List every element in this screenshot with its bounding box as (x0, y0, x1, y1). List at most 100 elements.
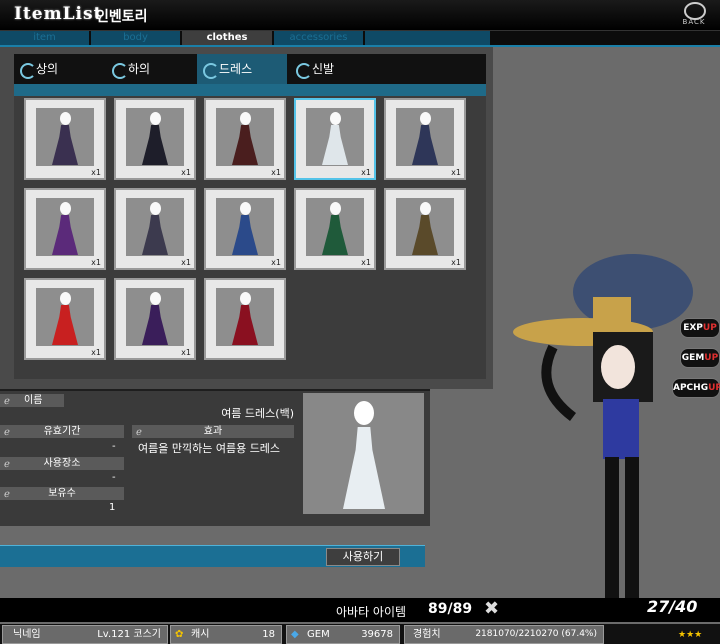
cash-value: 18 (262, 629, 275, 640)
item-thumbnail (306, 198, 364, 256)
item-quantity: x1 (181, 168, 191, 177)
item-name: 여름 드레스(백) (221, 407, 294, 420)
owned-label-box: ℯ 보유수 (0, 487, 124, 500)
swirl-icon: ℯ (4, 459, 10, 470)
swirl-icon: ℯ (4, 427, 10, 438)
mannequin-head (330, 202, 341, 215)
mannequin-head (240, 202, 251, 215)
item-thumbnail (216, 198, 274, 256)
exp-box: 경험치 2181070/2210270 (67.4%) (404, 625, 604, 644)
dress-shape (232, 215, 258, 255)
effect-label-box: ℯ 효과 (132, 425, 294, 438)
dress-shape (412, 215, 438, 255)
category-label: 하의 (128, 62, 151, 76)
item-slot[interactable]: x1 (24, 98, 106, 180)
tab-item[interactable]: item (0, 31, 89, 45)
expiry-label: 유효기간 (43, 426, 81, 437)
category-bottom[interactable]: 하의 (106, 54, 196, 84)
name-label-box: ℯ 이름 (0, 394, 64, 407)
use-place-label-box: ℯ 사용장소 (0, 457, 124, 470)
name-label: 이름 (24, 395, 43, 406)
swirl-icon: ℯ (4, 489, 10, 500)
dress-shape (52, 215, 78, 255)
swirl-icon (20, 63, 36, 79)
mannequin-head (420, 112, 431, 125)
swirl-icon (112, 63, 128, 79)
item-thumbnail (216, 288, 274, 346)
tab-accessories[interactable]: accessories (274, 31, 363, 45)
item-thumbnail (396, 108, 454, 166)
owned-label: 보유수 (48, 488, 76, 499)
category-shoes[interactable]: 신발 (290, 54, 380, 84)
exp-label: 경험치 (413, 629, 441, 640)
item-slot[interactable]: x1 (294, 98, 376, 180)
swirl-icon: ℯ (136, 427, 142, 438)
item-quantity: x1 (271, 168, 281, 177)
gem-up-button[interactable]: GEMUP (680, 348, 720, 368)
dress-shape (322, 215, 348, 255)
rank-stars-icon: ★★★ (678, 630, 703, 640)
item-quantity: x1 (181, 348, 191, 357)
tab-clothes[interactable]: clothes (182, 31, 272, 45)
item-slot[interactable]: x1 (384, 98, 466, 180)
cash-label: 캐시 (191, 629, 210, 640)
expiry-value: - (112, 441, 116, 452)
swirl-icon (296, 63, 312, 79)
item-thumbnail (216, 108, 274, 166)
nickname-label: 닉네임 (13, 629, 41, 640)
item-slot[interactable]: x1 (114, 278, 196, 360)
item-slot[interactable]: x1 (204, 98, 286, 180)
back-button[interactable]: BACK (676, 2, 712, 28)
level-name: Lv.121 코스기 (97, 629, 161, 640)
gem-label: GEM (307, 629, 330, 640)
dress-shape (412, 125, 438, 165)
item-thumbnail (306, 108, 364, 166)
dress-shape (52, 125, 78, 165)
use-place-label: 사용장소 (43, 458, 81, 469)
item-slot[interactable] (204, 278, 286, 360)
mannequin-head (60, 112, 71, 125)
tab-bar: item body clothes accessories (0, 31, 720, 46)
close-icon[interactable]: ✖ (484, 598, 499, 619)
dress-shape (52, 305, 78, 345)
swirl-icon: ℯ (4, 396, 10, 407)
item-slot[interactable]: x1 (384, 188, 466, 270)
dress-shape (142, 215, 168, 255)
gem-box: ◆ GEM 39678 (286, 625, 400, 644)
item-slot[interactable]: x1 (24, 278, 106, 360)
item-quantity: x1 (361, 258, 371, 267)
item-quantity: x1 (91, 258, 101, 267)
gem-value: 39678 (361, 629, 393, 640)
mannequin-head (330, 112, 341, 125)
use-button[interactable]: 사용하기 (326, 548, 400, 566)
avatar-items-count: 89/89 (428, 601, 473, 617)
mannequin-head (150, 202, 161, 215)
mannequin-head (150, 112, 161, 125)
preview-dress (343, 427, 385, 509)
category-dress[interactable]: 드레스 (197, 54, 287, 84)
tab-body[interactable]: body (91, 31, 180, 45)
page-indicator: 27/40 (647, 597, 698, 616)
item-slot[interactable]: x1 (24, 188, 106, 270)
owned-value: 1 (109, 502, 116, 513)
dress-shape (232, 305, 258, 345)
item-thumbnail (36, 288, 94, 346)
item-slot[interactable]: x1 (204, 188, 286, 270)
dress-shape (232, 125, 258, 165)
item-quantity: x1 (91, 348, 101, 357)
category-top[interactable]: 상의 (14, 54, 104, 84)
mannequin-head (150, 292, 161, 305)
dress-shape (142, 305, 168, 345)
exp-up-button[interactable]: EXPUP (680, 318, 720, 338)
app-logo: ItemList (14, 4, 103, 24)
avatar-items-label: 아바타 아이템 (336, 605, 407, 619)
item-slot[interactable]: x1 (114, 188, 196, 270)
apchg-up-button[interactable]: APCHGUP (672, 378, 720, 398)
item-quantity: x1 (181, 258, 191, 267)
item-quantity: x1 (451, 258, 461, 267)
item-slot[interactable]: x1 (114, 98, 196, 180)
nickname-box: 닉네임 Lv.121 코스기 (2, 625, 168, 644)
item-slot[interactable]: x1 (294, 188, 376, 270)
item-preview (303, 393, 424, 514)
tab-spacer (365, 31, 490, 45)
